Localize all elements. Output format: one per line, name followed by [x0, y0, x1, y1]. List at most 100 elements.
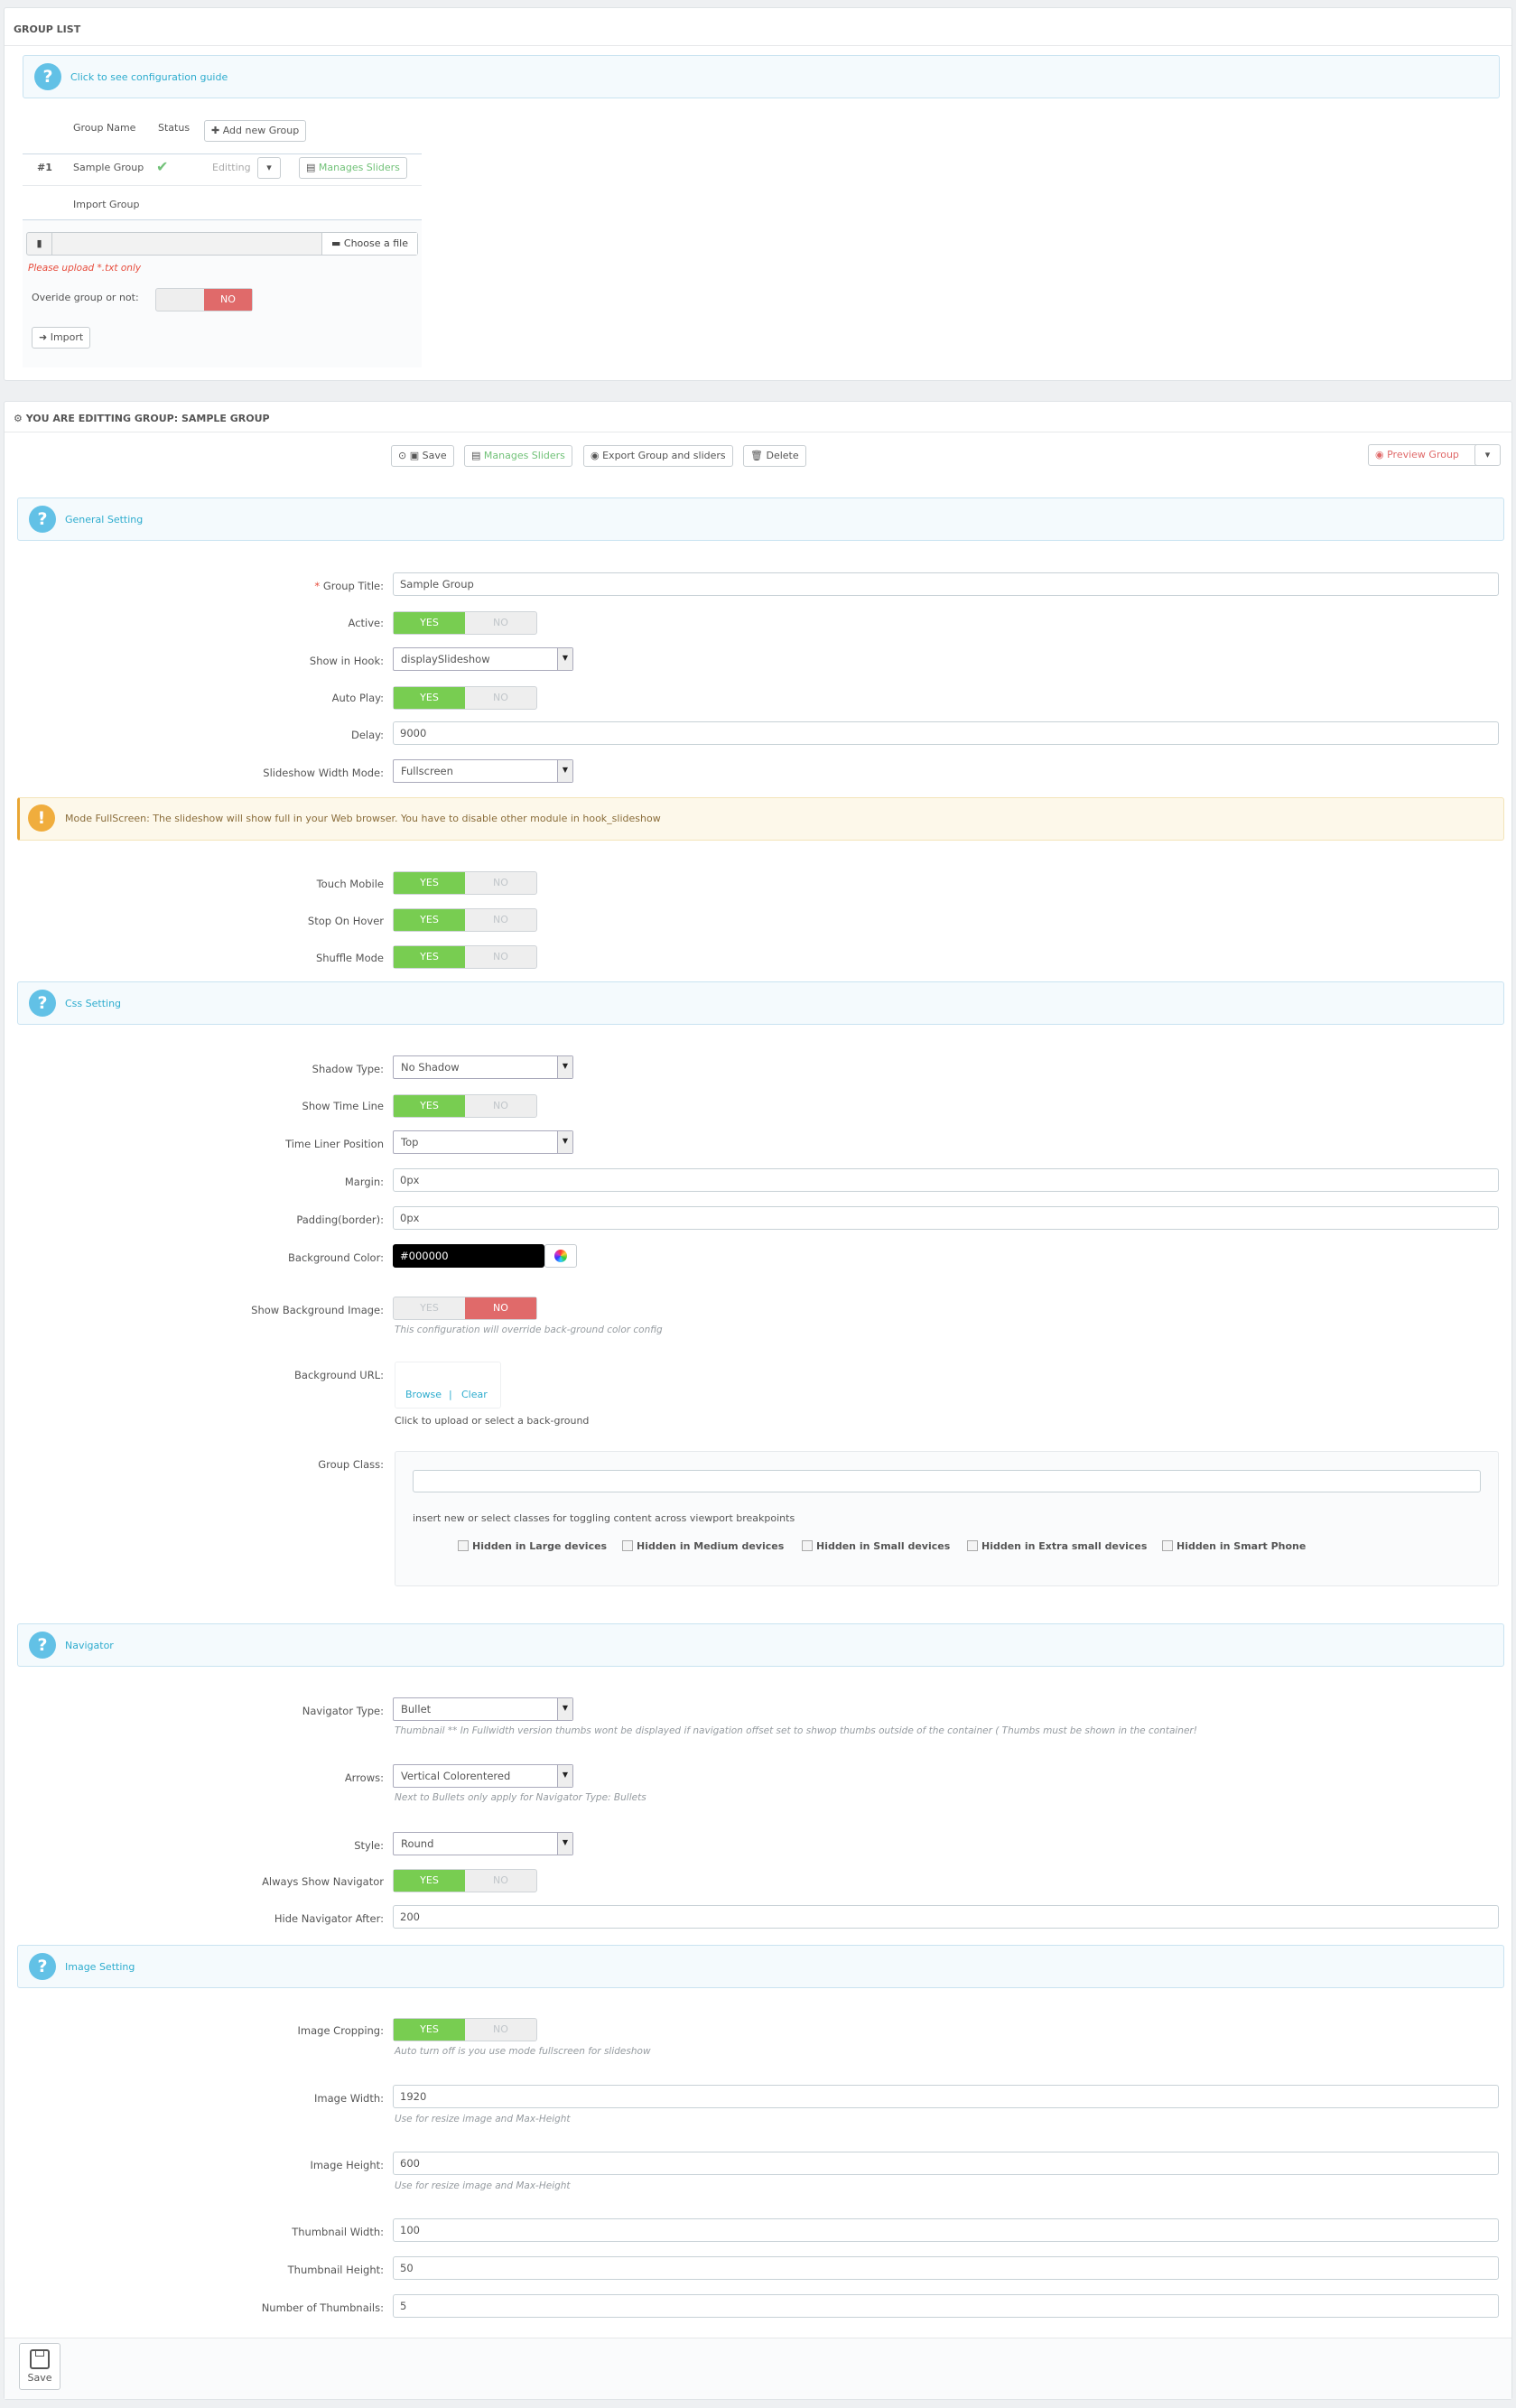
style-select[interactable]: Round ▼: [393, 1832, 573, 1855]
image-cropping-label: Image Cropping:: [297, 2024, 384, 2037]
bg-url-help: Click to upload or select a back-ground: [395, 1415, 590, 1427]
question-icon: ?: [29, 1953, 56, 1980]
film-icon: ▤: [306, 162, 319, 173]
preview-dropdown[interactable]: ▾: [1474, 444, 1501, 466]
show-bg-image-help: This configuration will override back-gr…: [395, 1325, 663, 1335]
auto-play-switch[interactable]: YES NO: [393, 686, 537, 710]
stop-on-hover-label: Stop On Hover: [307, 915, 384, 927]
group-class-input[interactable]: [413, 1470, 1481, 1492]
save-button[interactable]: ⊙ ▣ Save: [391, 445, 454, 467]
row-editting[interactable]: Editting: [212, 162, 251, 173]
override-yes[interactable]: ☑ YES: [156, 289, 226, 311]
color-picker-icon[interactable]: [544, 1244, 577, 1268]
override-switch[interactable]: ☑ YES NO: [155, 288, 253, 311]
active-switch[interactable]: YES NO: [393, 611, 537, 635]
show-bg-image-switch[interactable]: YES NO: [393, 1297, 537, 1320]
hide-nav-after-input[interactable]: 200: [393, 1905, 1499, 1929]
row-manage-sliders-button[interactable]: ▤ Manages Sliders: [299, 157, 407, 179]
width-mode-label: Slideshow Width Mode:: [263, 767, 384, 779]
time-liner-position-select[interactable]: Top ▼: [393, 1130, 573, 1154]
image-height-input[interactable]: 600: [393, 2152, 1499, 2175]
import-button[interactable]: ➜ Import: [32, 327, 91, 349]
delay-input[interactable]: 9000: [393, 721, 1499, 745]
show-time-line-label: Show Time Line: [302, 1100, 384, 1112]
footer-save-button[interactable]: Save: [19, 2343, 60, 2390]
question-icon: ?: [34, 63, 61, 90]
image-width-input[interactable]: 1920: [393, 2085, 1499, 2108]
image-height-label: Image Height:: [310, 2159, 384, 2171]
touch-mobile-switch[interactable]: YES NO: [393, 871, 537, 895]
style-label: Style:: [354, 1839, 384, 1852]
stop-on-hover-switch[interactable]: YES NO: [393, 908, 537, 932]
plus-icon: ✚: [211, 125, 223, 136]
export-button[interactable]: ◉ Export Group and sliders: [583, 445, 733, 467]
thumb-width-input[interactable]: 100: [393, 2218, 1499, 2242]
question-icon: ?: [29, 1632, 56, 1659]
shadow-type-label: Shadow Type:: [312, 1063, 384, 1075]
check-extra-small[interactable]: Hidden in Extra small devices: [967, 1540, 1147, 1552]
bg-color-input[interactable]: #000000: [393, 1244, 544, 1268]
file-picker[interactable]: ▮ ▬ Choose a file: [26, 232, 418, 256]
arrows-select[interactable]: Vertical Colorentered ▼: [393, 1764, 573, 1788]
browse-link[interactable]: Browse: [405, 1389, 442, 1400]
image-width-label: Image Width:: [314, 2092, 384, 2105]
fullscreen-warning: ! Mode FullScreen: The slideshow will sho…: [17, 797, 1504, 841]
navigator-type-help: Thumbnail ** In Fullwidth version thumbs…: [395, 1725, 1197, 1736]
caret-down-icon: ▾: [1484, 449, 1491, 460]
delete-button[interactable]: 🗑 Delete: [743, 445, 806, 467]
group-editor-panel: ⚙ YOU ARE EDITTING GROUP: SAMPLE GROUP ⊙…: [4, 401, 1512, 2400]
circle-arrow-icon: ➜: [39, 331, 51, 343]
auto-play-label: Auto Play:: [331, 692, 384, 704]
group-list-panel: GROUP LIST ? Click to see configuration …: [4, 7, 1512, 381]
always-show-nav-switch[interactable]: YES NO: [393, 1869, 537, 1892]
row-name[interactable]: Sample Group: [73, 162, 144, 173]
check-smart-phone[interactable]: Hidden in Smart Phone: [1162, 1540, 1306, 1552]
group-title-input[interactable]: Sample Group: [393, 572, 1499, 596]
checkbox-icon: [622, 1540, 633, 1551]
width-mode-select[interactable]: Fullscreen ▼: [393, 759, 573, 783]
upload-hint: Please upload *.txt only: [28, 263, 142, 274]
config-guide-hint: ? Click to see configuration guide: [23, 55, 1500, 98]
shuffle-mode-switch[interactable]: YES NO: [393, 945, 537, 969]
col-group-name: Group Name: [73, 122, 136, 134]
show-in-hook-select[interactable]: displaySlideshow ▼: [393, 647, 573, 671]
config-guide-link[interactable]: Click to see configuration guide: [70, 71, 228, 83]
checkbox-icon: [967, 1540, 978, 1551]
shadow-type-select[interactable]: No Shadow ▼: [393, 1055, 573, 1079]
check-icon: ✔: [156, 158, 169, 175]
image-width-help: Use for resize image and Max-Height: [395, 2114, 571, 2124]
num-thumbs-input[interactable]: 5: [393, 2294, 1499, 2318]
override-no[interactable]: NO: [204, 289, 252, 311]
group-class-label: Group Class:: [318, 1458, 384, 1471]
question-icon: ?: [29, 506, 56, 533]
group-title-label: * Group Title:: [314, 580, 384, 592]
exclamation-icon: !: [28, 804, 55, 832]
floppy-icon: [30, 2349, 50, 2369]
footer-save-label: Save: [27, 2372, 52, 2384]
image-cropping-switch[interactable]: YES NO: [393, 2018, 537, 2041]
folder-icon: ▬: [331, 237, 344, 249]
check-medium[interactable]: Hidden in Medium devices: [622, 1540, 784, 1552]
margin-input[interactable]: 0px: [393, 1168, 1499, 1192]
section-general-title: General Setting: [65, 514, 144, 525]
always-show-nav-label: Always Show Navigator: [262, 1875, 384, 1888]
editor-title: ⚙ YOU ARE EDITTING GROUP: SAMPLE GROUP: [5, 402, 1511, 432]
check-small[interactable]: Hidden in Small devices: [802, 1540, 950, 1552]
question-icon: ?: [29, 990, 56, 1017]
choose-file-button[interactable]: ▬ Choose a file: [321, 233, 417, 255]
navigator-type-select[interactable]: Bullet ▼: [393, 1697, 573, 1721]
checkbox-icon: [458, 1540, 469, 1551]
file-icon: ▮: [27, 233, 52, 255]
show-time-line-switch[interactable]: YES NO: [393, 1094, 537, 1118]
film-icon: ▤: [471, 450, 484, 461]
check-large[interactable]: Hidden in Large devices: [458, 1540, 607, 1552]
image-cropping-help: Auto turn off is you use mode fullscreen…: [395, 2046, 651, 2057]
section-general: ? General Setting: [17, 497, 1504, 541]
manage-sliders-button[interactable]: ▤ Manages Sliders: [464, 445, 572, 467]
clear-link[interactable]: Clear: [461, 1389, 488, 1400]
row-actions-dropdown[interactable]: ▾: [257, 157, 281, 179]
add-group-button[interactable]: ✚ Add new Group: [204, 120, 307, 142]
checkbox-icon: [1162, 1540, 1173, 1551]
padding-input[interactable]: 0px: [393, 1206, 1499, 1230]
thumb-height-input[interactable]: 50: [393, 2256, 1499, 2280]
